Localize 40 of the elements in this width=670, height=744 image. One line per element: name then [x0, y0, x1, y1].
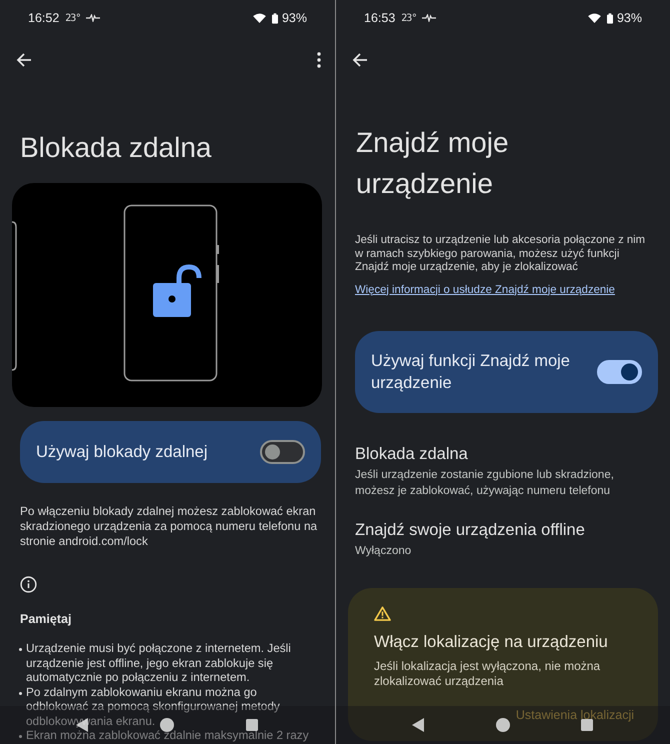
description-text: Jeśli utracisz to urządzenie lub akcesoria połączone z nim w ramach szybkiego parowania, możesz użyć funkcji Znajdź moje urządzenie, aby je zlokalizować [355, 234, 646, 274]
switch-label: Używaj funkcji Znajdź moje urządzenie [371, 350, 571, 394]
battery-percent: 93% [282, 11, 307, 25]
setting-title: Znajdź swoje urządzenia offline [355, 520, 586, 540]
description-text: Po włączeniu blokady zdalnej możesz zablokować ekran skradzionego urządzenia za pomocą numeru telefonu na stronie android.com/lock [20, 504, 318, 549]
home-nav-icon[interactable] [496, 718, 510, 732]
battery-icon [606, 12, 613, 24]
setting-item[interactable]: Blokada zdalna Jeśli urządzenie zostanie zgubione lub skradzione, możesz je zablokować, używając numeru telefonu [355, 442, 650, 498]
toggle-switch[interactable] [597, 360, 642, 384]
toggle-switch[interactable] [260, 440, 305, 464]
home-nav-icon[interactable] [160, 718, 174, 732]
section-heading: Pamiętaj [20, 612, 72, 627]
battery-icon [272, 12, 278, 24]
warning-title: Włącz lokalizację na urządzeniu [374, 632, 608, 652]
info-icon [20, 576, 37, 593]
switch-label: Używaj blokady zdalnej [36, 442, 209, 463]
bullet-item: Urządzenie musi być połączone z internetem. Jeśli urządzenie jest offline, jego ekran zablokuje się automatycznie po połączeniu z internetem. [18, 641, 319, 684]
setting-summary: Wyłączono [355, 544, 412, 558]
setting-summary: Jeśli urządzenie zostanie zgubione lub skradzione, możesz je zablokować, używając numeru telefonu [355, 468, 615, 498]
wifi-icon [252, 13, 266, 23]
back-arrow-icon [16, 52, 32, 68]
temperature: 23° [401, 12, 416, 24]
battery-percent: 93% [616, 11, 642, 25]
more-icon [317, 52, 321, 68]
back-arrow-icon [352, 52, 368, 68]
status-time: 16:52 [28, 11, 60, 25]
wifi-icon [588, 13, 601, 23]
pulse-icon [422, 14, 436, 22]
back-nav-icon[interactable] [412, 718, 424, 732]
temperature: 23° [65, 12, 80, 24]
page-title: Znajdź moje urządzenie [356, 126, 510, 201]
setting-item[interactable]: Znajdź swoje urządzenia offline Wyłączono [355, 518, 650, 558]
status-time: 16:53 [364, 11, 396, 25]
warning-text: Jeśli lokalizacja jest wyłączona, nie można zlokalizować urządzenia [374, 658, 602, 688]
warning-icon [374, 606, 391, 620]
page-title: Blokada zdalna [20, 131, 212, 165]
info-link[interactable]: Więcej informacji o usłudze Znajdź moje urządzenie [355, 282, 650, 298]
bullet-item: Ekran można zablokować zdalnie maksymalnie 2 razy [18, 728, 319, 742]
setting-title: Blokada zdalna [355, 444, 469, 464]
pulse-icon [86, 14, 100, 22]
